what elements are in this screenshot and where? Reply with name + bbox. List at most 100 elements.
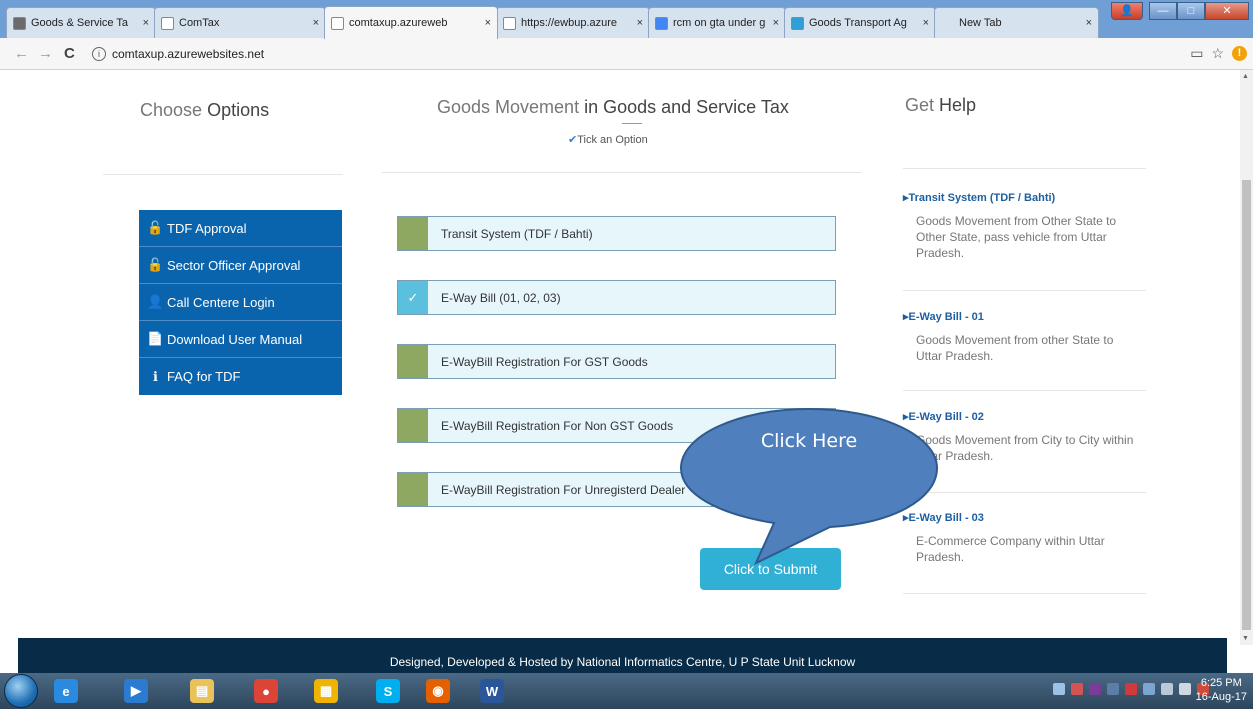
menu-item-label: Download User Manual [167, 331, 303, 347]
help-link[interactable]: ▸E-Way Bill - 01 [903, 310, 984, 323]
tab-title[interactable]: comtaxup.azureweb [349, 17, 481, 29]
skype-icon: S [376, 679, 400, 703]
option-row[interactable]: Transit System (TDF / Bahti) [397, 216, 836, 251]
tab-favicon-icon [503, 16, 516, 30]
start-button[interactable] [4, 674, 38, 708]
taskbar-app-button[interactable]: ▤ [182, 675, 222, 707]
toolbar-actions: ▭ ☆ ! [1190, 45, 1247, 62]
scroll-down-icon[interactable]: ▼ [1242, 635, 1249, 642]
scrollbar-thumb[interactable] [1242, 180, 1251, 630]
option-checkbox[interactable] [398, 217, 428, 250]
option-checkbox[interactable] [398, 409, 428, 442]
tick-hint: ✔Tick an Option [568, 134, 648, 146]
browser-tab[interactable]: Goods Transport Ag × [784, 7, 936, 38]
tray-app-icon[interactable] [1071, 683, 1083, 695]
signal-icon[interactable] [1161, 683, 1173, 695]
system-tray [1053, 683, 1209, 695]
chrome-icon: ● [254, 679, 278, 703]
taskbar-app-button[interactable]: S [368, 675, 408, 707]
tab-title[interactable]: rcm on gta under g [673, 17, 769, 29]
menu-item[interactable]: 📄 Download User Manual [139, 321, 342, 358]
tab-close-icon[interactable]: × [637, 17, 643, 29]
profile-button[interactable]: 👤 [1111, 2, 1143, 20]
tab-title[interactable]: Goods & Service Ta [31, 17, 139, 29]
word-icon: W [480, 679, 504, 703]
tab-close-icon[interactable]: × [923, 17, 929, 29]
tab-title[interactable]: Goods Transport Ag [809, 17, 919, 29]
tiles-app-icon: ▦ [314, 679, 338, 703]
options-menu: 🔓 TDF Approval 🔓 Sector Officer Approval 👤 Ca… [139, 210, 342, 395]
network-icon[interactable] [1053, 683, 1065, 695]
page-scrollbar[interactable]: ▲ ▼ [1240, 70, 1253, 645]
tray-app-icon[interactable] [1107, 683, 1119, 695]
window-controls: 👤 — □ ✕ [1111, 2, 1249, 20]
option-checkbox[interactable] [398, 473, 428, 506]
browser-tab[interactable]: https://ewbup.azure × [496, 7, 650, 38]
pdf-file-icon: 📄 [147, 331, 164, 346]
forward-button[interactable]: → [38, 45, 53, 62]
warning-icon[interactable]: ! [1232, 46, 1247, 61]
menu-item[interactable]: 🔓 Sector Officer Approval [139, 247, 342, 284]
tray-app-icon[interactable] [1125, 683, 1137, 695]
menu-item[interactable]: 🔓 TDF Approval [139, 210, 342, 247]
bookmark-star-icon[interactable]: ☆ [1211, 45, 1224, 62]
file-explorer-icon: ▤ [190, 679, 214, 703]
scroll-up-icon[interactable]: ▲ [1242, 73, 1249, 80]
tab-favicon-icon [331, 16, 344, 30]
tab-title[interactable]: ComTax [179, 17, 309, 29]
browser-tab[interactable]: ComTax × [154, 7, 326, 38]
taskbar-app-button[interactable]: ▦ [306, 675, 346, 707]
taskbar-app-button[interactable]: ◉ [418, 675, 458, 707]
tab-favicon-icon [941, 17, 954, 30]
browser-tab[interactable]: rcm on gta under g × [648, 7, 786, 38]
callout-text: Click Here [760, 430, 858, 452]
firefox-icon: ◉ [426, 679, 450, 703]
get-help-heading: Get Help [905, 95, 977, 115]
tab-close-icon[interactable]: × [1086, 17, 1092, 29]
clock-time: 6:25 PM [1200, 677, 1242, 689]
option-checkbox[interactable]: ✓ [398, 281, 428, 314]
system-clock[interactable]: 6:25 PM 16-Aug-17 [1196, 676, 1247, 704]
option-checkbox[interactable] [398, 345, 428, 378]
tab-title[interactable]: New Tab [959, 17, 1082, 29]
center-divider [382, 172, 862, 173]
minimize-button[interactable]: — [1149, 2, 1177, 20]
help-description: E-Commerce Company within Uttar Pradesh. [916, 534, 1105, 564]
choose-options-heading: Choose Options [140, 100, 270, 120]
taskbar-app-button[interactable]: ● [246, 675, 286, 707]
footer-credit: Designed, Developed & Hosted by National… [389, 655, 856, 669]
menu-item[interactable]: 👤 Call Centere Login [139, 284, 342, 321]
info-circle-icon: ℹ [153, 368, 158, 384]
browser-tab[interactable]: New Tab × [934, 7, 1099, 38]
browser-tab[interactable]: Goods & Service Ta × [6, 7, 156, 38]
taskbar-app-button[interactable]: ▶ [116, 675, 156, 707]
option-row[interactable]: E-WayBill Registration For GST Goods [397, 344, 836, 379]
menu-item[interactable]: ℹ FAQ for TDF [139, 358, 342, 395]
page-content: Choose Options Goods Movement in Goods a… [0, 70, 1240, 709]
help-description: Goods Movement from other State to Uttar… [916, 333, 1114, 363]
volume-icon[interactable] [1179, 683, 1191, 695]
back-button[interactable]: ← [14, 45, 29, 62]
reload-button[interactable]: C [64, 45, 75, 62]
tray-app-icon[interactable] [1143, 683, 1155, 695]
tab-close-icon[interactable]: × [485, 17, 491, 29]
browser-tab[interactable]: comtaxup.azureweb × [324, 6, 498, 39]
option-row[interactable]: ✓ E-Way Bill (01, 02, 03) [397, 280, 836, 315]
menu-item-label: FAQ for TDF [167, 369, 241, 384]
help-link[interactable]: ▸Transit System (TDF / Bahti) [903, 191, 1055, 204]
option-label: E-WayBill Registration For Non GST Goods [441, 418, 674, 433]
unlock-icon: 🔓 [147, 257, 164, 272]
address-bar[interactable]: i comtaxup.azurewebsites.net [92, 43, 1212, 65]
close-window-button[interactable]: ✕ [1205, 2, 1249, 20]
onenote-icon[interactable] [1089, 683, 1101, 695]
taskbar-app-button[interactable]: e [46, 675, 86, 707]
taskbar-app-button[interactable]: W [472, 675, 512, 707]
site-info-icon[interactable]: i [92, 47, 106, 61]
tab-close-icon[interactable]: × [773, 17, 779, 29]
tab-close-icon[interactable]: × [313, 17, 319, 29]
maximize-button[interactable]: □ [1177, 2, 1205, 20]
tab-title[interactable]: https://ewbup.azure [521, 17, 633, 29]
tab-close-icon[interactable]: × [143, 17, 149, 29]
url-text[interactable]: comtaxup.azurewebsites.net [112, 47, 264, 61]
cast-icon[interactable]: ▭ [1190, 45, 1203, 62]
